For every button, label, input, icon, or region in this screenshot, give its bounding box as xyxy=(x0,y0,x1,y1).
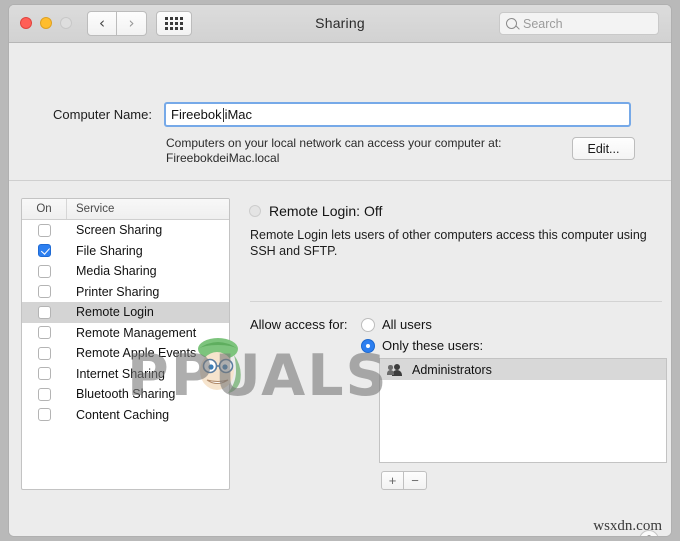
service-name-label: Bluetooth Sharing xyxy=(76,387,176,402)
service-name-label: Content Caching xyxy=(76,407,170,422)
window-toolbar: ‹ › Sharing Search xyxy=(9,5,671,43)
computer-name-input[interactable]: Fireebok iMac xyxy=(164,102,631,127)
service-row[interactable]: Remote Management xyxy=(22,323,229,344)
service-row[interactable]: Bluetooth Sharing xyxy=(22,384,229,405)
service-checkbox[interactable] xyxy=(38,387,51,401)
service-checkbox[interactable] xyxy=(38,264,51,278)
service-name-label: Remote Apple Events xyxy=(76,346,197,361)
service-checkbox-cell xyxy=(22,264,67,278)
service-checkbox[interactable] xyxy=(38,367,51,381)
service-checkbox[interactable] xyxy=(38,244,51,258)
service-list-rows: Screen Sharing File Sharing Media Sharing P… xyxy=(22,220,229,425)
service-checkbox-cell xyxy=(22,305,67,319)
service-list-header: On Service xyxy=(22,199,229,220)
service-row[interactable]: Remote Login xyxy=(22,302,229,323)
service-checkbox[interactable] xyxy=(38,326,51,340)
text-caret xyxy=(222,107,224,122)
service-name-label: Remote Management xyxy=(76,325,197,340)
service-row[interactable]: Content Caching xyxy=(22,405,229,426)
service-status-row: Remote Login: Off xyxy=(249,203,382,219)
service-row[interactable]: Screen Sharing xyxy=(22,220,229,241)
search-input[interactable]: Search xyxy=(499,12,659,35)
detail-divider xyxy=(250,301,662,302)
service-row[interactable]: Media Sharing xyxy=(22,261,229,282)
remove-user-button[interactable]: − xyxy=(404,471,427,490)
allowed-user-name: Administrators xyxy=(412,362,492,377)
service-description: Remote Login lets users of other compute… xyxy=(250,228,647,258)
computer-name-hint-line2: FireebokdeiMac.local xyxy=(166,151,280,165)
computer-name-label: Computer Name: xyxy=(53,107,152,122)
service-row[interactable]: Printer Sharing xyxy=(22,282,229,303)
service-checkbox-cell xyxy=(22,367,67,381)
service-name-label: File Sharing xyxy=(76,243,143,258)
service-list[interactable]: On Service Screen Sharing File Sharing Med… xyxy=(21,198,230,490)
radio-all-users[interactable]: All users xyxy=(361,317,432,332)
status-indicator-icon xyxy=(249,205,261,217)
service-checkbox-cell xyxy=(22,326,67,340)
service-row[interactable]: Internet Sharing xyxy=(22,364,229,385)
column-header-on: On xyxy=(22,199,67,219)
computer-name-hint: Computers on your local network can acce… xyxy=(166,136,566,166)
service-checkbox[interactable] xyxy=(38,223,51,237)
service-checkbox-cell xyxy=(22,244,67,258)
edit-button[interactable]: Edit... xyxy=(572,137,635,160)
top-divider xyxy=(9,180,671,181)
radio-all-users-indicator xyxy=(361,317,375,332)
service-checkbox-cell xyxy=(22,408,67,422)
service-checkbox[interactable] xyxy=(38,285,51,299)
service-checkbox-cell xyxy=(22,223,67,237)
sharing-preferences-window: ‹ › Sharing Search Computer Name: Fireeb… xyxy=(8,4,672,537)
service-checkbox[interactable] xyxy=(38,305,51,319)
radio-only-these-users-indicator xyxy=(361,338,375,353)
add-user-button[interactable]: + xyxy=(381,471,404,490)
service-checkbox[interactable] xyxy=(38,346,51,360)
search-placeholder: Search xyxy=(523,16,563,31)
list-item[interactable]: Administrators xyxy=(380,359,666,380)
computer-name-value-before-caret: Fireebok xyxy=(171,107,222,122)
allow-access-label: Allow access for: xyxy=(250,317,348,332)
radio-only-these-users-label: Only these users: xyxy=(382,338,484,353)
service-status-text: Remote Login: Off xyxy=(269,203,383,219)
allowed-users-list[interactable]: Administrators xyxy=(379,358,667,463)
window-body: Computer Name: Fireebok iMac Computers o… xyxy=(9,43,671,536)
service-checkbox-cell xyxy=(22,285,67,299)
corner-watermark: wsxdn.com xyxy=(593,518,662,534)
service-checkbox-cell xyxy=(22,346,67,360)
search-icon xyxy=(506,18,517,29)
computer-name-value-after-caret: iMac xyxy=(224,107,253,122)
computer-name-hint-line1: Computers on your local network can acce… xyxy=(166,136,502,150)
group-icon xyxy=(386,363,404,376)
service-row[interactable]: File Sharing xyxy=(22,241,229,262)
radio-only-these-users[interactable]: Only these users: xyxy=(361,338,483,353)
service-checkbox-cell xyxy=(22,387,67,401)
service-name-label: Internet Sharing xyxy=(76,366,165,381)
service-row[interactable]: Remote Apple Events xyxy=(22,343,229,364)
user-list-controls: + − xyxy=(381,471,427,490)
service-checkbox[interactable] xyxy=(38,408,51,422)
column-header-service: Service xyxy=(76,203,115,215)
service-name-label: Media Sharing xyxy=(76,264,157,279)
service-name-label: Printer Sharing xyxy=(76,284,160,299)
radio-all-users-label: All users xyxy=(382,317,432,332)
service-name-label: Screen Sharing xyxy=(76,223,163,238)
service-name-label: Remote Login xyxy=(76,305,154,320)
